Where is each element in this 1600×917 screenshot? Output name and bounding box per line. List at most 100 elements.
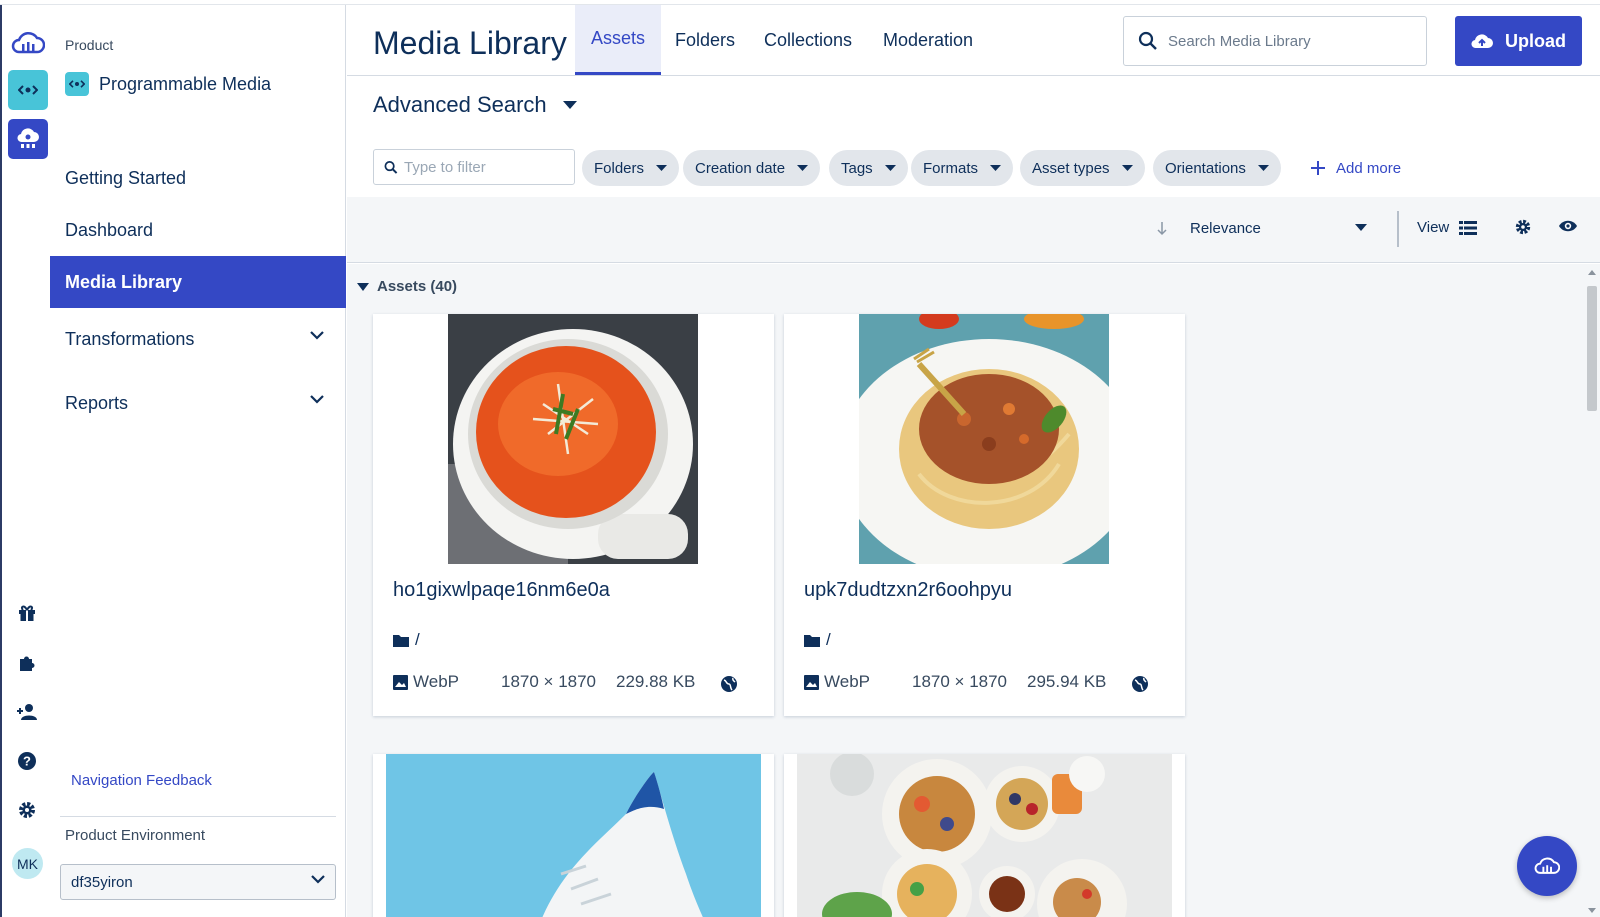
asset-file-size: 295.94 KB [1027,672,1107,691]
puzzle-icon[interactable] [15,651,39,675]
chevron-down-icon[interactable] [310,331,324,340]
environment-value: df35yiron [71,873,133,891]
product-label: Product [65,37,114,53]
search-input[interactable] [1168,32,1408,50]
chevron-down-icon [311,875,325,884]
public-globe-icon[interactable] [1131,675,1149,693]
gift-icon[interactable] [15,601,39,625]
tab-moderation[interactable]: Moderation [867,5,989,75]
sort-direction-icon[interactable] [1156,220,1168,236]
image-icon [393,674,408,690]
list-view-icon [1459,220,1478,235]
scroll-up-arrow-icon[interactable] [1588,270,1596,275]
scroll-thumb[interactable] [1587,286,1597,411]
filter-field[interactable] [373,149,575,185]
asset-card[interactable]: upk7dudtzxn2r6oohpyu / WebP 1870 × 1870 … [784,314,1185,716]
asset-folder[interactable]: / [393,630,420,650]
upload-button[interactable]: Upload [1455,16,1582,66]
caret-down-icon [884,165,896,171]
settings-icon[interactable] [15,798,39,822]
filter-chip-creation-date[interactable]: Creation date [683,150,821,186]
folder-icon [393,634,409,647]
search-icon [384,160,398,174]
asset-thumbnail-tomato-soup[interactable] [448,314,698,564]
filter-chip-orientations[interactable]: Orientations [1153,150,1281,186]
filter-chip-asset-types[interactable]: Asset types [1020,150,1145,186]
media-library-search[interactable] [1123,16,1427,66]
chip-label: Orientations [1165,159,1246,177]
asset-format-label: WebP [824,672,870,691]
tab-assets[interactable]: Assets [575,5,662,75]
asset-thumbnail-breakfast-spread[interactable] [797,754,1172,917]
view-label: View [1417,219,1450,236]
tab-folders[interactable]: Folders [659,5,751,75]
cloudinary-logo-icon[interactable] [8,23,48,63]
chip-label: Tags [841,159,873,177]
caret-down-icon [797,165,809,171]
chip-label: Folders [594,159,645,177]
add-more-filters-button[interactable]: Add more [1310,150,1401,186]
chip-label: Asset types [1032,159,1110,177]
content-scrollbar[interactable] [1584,264,1600,917]
filter-chip-tags[interactable]: Tags [829,150,908,186]
asset-format: WebP [804,672,912,692]
asset-meta: WebP 1870 × 1870 295.94 KB [804,672,1169,692]
sidebar-item-media-library[interactable]: Media Library [50,256,346,308]
sidebar-item-label: Transformations [65,328,195,349]
sidebar-item-reports[interactable]: Reports [50,377,346,429]
folder-icon [804,634,820,647]
asset-thumbnail-spaghetti-bolognese[interactable] [859,314,1109,564]
asset-thumbnail-white-sneaker[interactable] [386,754,761,917]
public-globe-icon[interactable] [720,675,738,693]
sidebar-item-label: Reports [65,392,129,413]
assets-count-heading: Assets (40) [377,278,458,295]
caret-down-icon [1355,224,1367,231]
upload-label: Upload [1505,30,1566,51]
filter-input[interactable] [404,158,574,176]
sidebar-item-getting-started[interactable]: Getting Started [50,152,346,204]
asset-format-label: WebP [413,672,459,691]
asset-name: ho1gixwlpaqe16nm6e0a [393,579,610,601]
programmable-media-icon [65,72,89,96]
dam-icon[interactable] [8,119,48,159]
view-toggle[interactable]: View [1417,219,1478,236]
asset-folder-path: / [415,630,420,649]
asset-card[interactable]: ho1gixwlpaqe16nm6e0a / WebP 1870 × 1870 … [373,314,774,716]
sidebar-item-dashboard[interactable]: Dashboard [50,204,346,256]
asset-folder[interactable]: / [804,630,831,650]
sort-value: Relevance [1190,219,1261,237]
programmable-media-icon[interactable] [8,70,48,110]
assets-section-toggle[interactable]: Assets (40) [357,278,457,295]
product-selector[interactable]: Programmable Media [65,72,271,96]
sort-select[interactable]: Relevance [1188,209,1373,247]
caret-down-icon [357,282,369,291]
help-chat-button[interactable] [1517,836,1577,896]
avatar[interactable]: MK [12,848,43,879]
asset-folder-path: / [826,630,831,649]
preview-eye-icon[interactable] [1558,218,1578,234]
add-more-label: Add more [1336,159,1402,177]
chevron-down-icon[interactable] [310,395,324,404]
page-header: Media Library Assets Folders Collections… [347,5,1600,76]
add-user-icon[interactable] [15,700,39,724]
scroll-down-arrow-icon[interactable] [1588,908,1596,913]
assets-grid-area: Assets (40) ho1gixwlpaqe16nm6e0a / WebP … [347,264,1600,917]
product-name: Programmable Media [99,73,272,94]
asset-card[interactable] [784,754,1185,917]
navigation-feedback-link[interactable]: Navigation Feedback [71,772,212,789]
sidebar-item-transformations[interactable]: Transformations [50,313,346,365]
environment-select[interactable]: df35yiron [60,864,336,900]
advanced-search-toggle[interactable]: Advanced Search [373,92,577,118]
asset-format: WebP [393,672,501,692]
help-icon[interactable]: ? [15,749,39,773]
tab-collections[interactable]: Collections [748,5,868,75]
asset-dimensions: 1870 × 1870 [501,672,597,691]
advanced-search-title: Advanced Search [373,92,547,117]
filter-chip-formats[interactable]: Formats [911,150,1014,186]
settings-icon[interactable] [1514,218,1532,236]
plus-icon [1311,161,1325,175]
asset-meta: WebP 1870 × 1870 229.88 KB [393,672,758,692]
filter-chip-folders[interactable]: Folders [582,150,680,186]
asset-file-size: 229.88 KB [616,672,696,691]
asset-card[interactable] [373,754,774,917]
